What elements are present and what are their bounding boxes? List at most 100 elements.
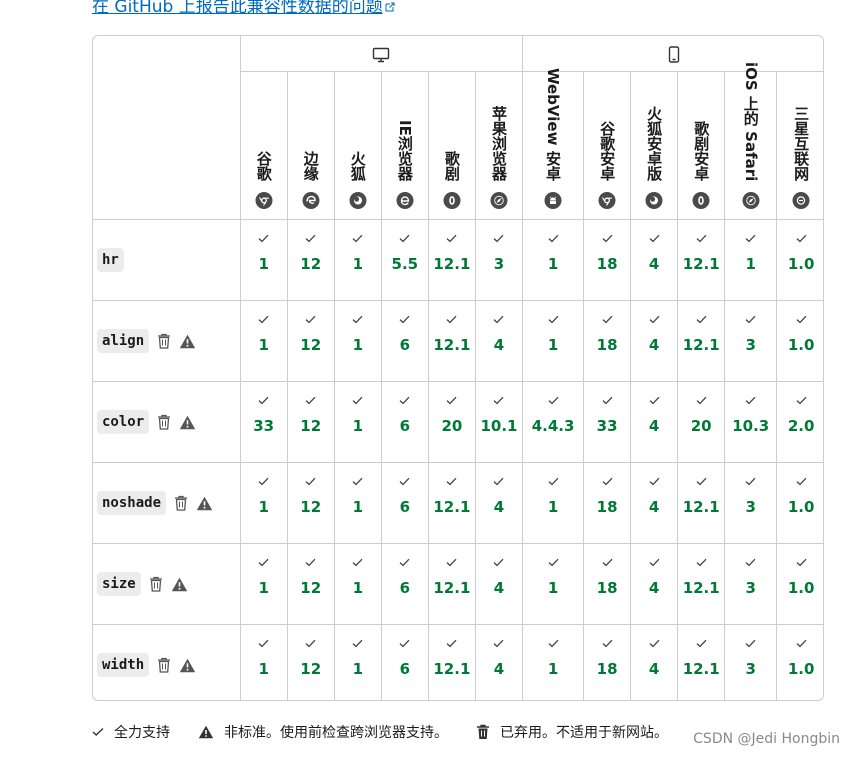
check-icon [725, 639, 776, 648]
report-issue-link[interactable]: 在 GitHub 上报告此兼容性数据的问题 [92, 0, 395, 17]
support-cell[interactable]: 12.1 [427, 462, 476, 544]
support-cell[interactable]: 12.1 [427, 219, 476, 301]
support-cell[interactable]: 12.1 [677, 624, 726, 700]
support-cell[interactable]: 18 [583, 624, 632, 700]
support-cell[interactable]: 6 [380, 543, 429, 625]
support-cell[interactable]: 10.1 [474, 381, 524, 463]
support-cell[interactable]: 12.1 [427, 543, 476, 625]
check-icon [631, 315, 677, 324]
support-cell[interactable]: 1 [522, 624, 585, 700]
check-icon [523, 396, 583, 405]
support-cell[interactable]: 1 [522, 219, 585, 301]
feature-code[interactable]: noshade [97, 491, 167, 515]
support-cell[interactable]: 4 [474, 543, 524, 625]
version-number: 6 [399, 579, 411, 597]
check-icon [241, 234, 287, 243]
support-cell[interactable]: 4 [474, 624, 524, 700]
support-cell[interactable]: 1 [239, 624, 288, 700]
support-cell[interactable]: 4 [630, 462, 679, 544]
support-cell[interactable]: 1 [333, 300, 382, 382]
support-cell[interactable]: 3 [724, 462, 778, 544]
check-icon [241, 315, 287, 324]
support-cell[interactable]: 12 [286, 219, 335, 301]
version-number: 12.1 [682, 336, 720, 354]
support-cell[interactable]: 1 [333, 219, 382, 301]
opera-icon [692, 192, 710, 209]
version-number: 33 [596, 417, 618, 435]
version-number: 12.1 [682, 498, 720, 516]
support-cell[interactable]: 12.1 [677, 543, 726, 625]
support-cell[interactable]: 1 [333, 543, 382, 625]
support-cell[interactable]: 4 [474, 462, 524, 544]
support-cell[interactable]: 1 [239, 462, 288, 544]
support-cell[interactable]: 10.3 [724, 381, 778, 463]
support-cell[interactable]: 6 [380, 462, 429, 544]
browser-header-9: 火狐安卓版 [630, 71, 679, 220]
support-cell[interactable]: 1 [333, 462, 382, 544]
warning-icon [171, 577, 188, 592]
check-icon [335, 558, 381, 567]
feature-code[interactable]: align [97, 329, 150, 353]
support-cell[interactable]: 1 [522, 543, 585, 625]
support-cell[interactable]: 12 [286, 624, 335, 700]
support-cell[interactable]: 6 [380, 381, 429, 463]
support-cell[interactable]: 1 [239, 300, 288, 382]
support-cell[interactable]: 33 [239, 381, 288, 463]
support-cell[interactable]: 33 [583, 381, 632, 463]
support-cell[interactable]: 1 [522, 300, 585, 382]
support-cell[interactable]: 20 [427, 381, 476, 463]
support-cell[interactable]: 12 [286, 462, 335, 544]
support-cell[interactable]: 1.0 [776, 462, 823, 544]
support-cell[interactable]: 4 [630, 624, 679, 700]
support-cell[interactable]: 5.5 [380, 219, 429, 301]
support-cell[interactable]: 4.4.3 [522, 381, 585, 463]
support-cell[interactable]: 1.0 [776, 543, 823, 625]
feature-code[interactable]: width [97, 653, 150, 677]
browser-name: 火狐 [348, 151, 367, 181]
support-cell[interactable]: 12.1 [427, 300, 476, 382]
feature-code[interactable]: size [97, 572, 141, 596]
support-cell[interactable]: 12.1 [677, 300, 726, 382]
support-cell[interactable]: 1 [724, 219, 778, 301]
browser-header-10: 歌剧安卓 [677, 71, 726, 220]
support-cell[interactable]: 1.0 [776, 624, 823, 700]
support-cell[interactable]: 4 [630, 543, 679, 625]
support-cell[interactable]: 3 [724, 624, 778, 700]
support-cell[interactable]: 12.1 [427, 624, 476, 700]
support-cell[interactable]: 18 [583, 543, 632, 625]
support-cell[interactable]: 4 [630, 300, 679, 382]
support-cell[interactable]: 18 [583, 219, 632, 301]
feature-name-cell: color [93, 381, 241, 463]
check-icon [241, 396, 287, 405]
version-number: 4 [493, 660, 505, 678]
support-cell[interactable]: 1 [239, 219, 288, 301]
feature-code[interactable]: hr [97, 248, 124, 272]
support-cell[interactable]: 12.1 [677, 219, 726, 301]
version-number: 4.4.3 [531, 417, 575, 435]
support-cell[interactable]: 20 [677, 381, 726, 463]
support-cell[interactable]: 2.0 [776, 381, 823, 463]
support-cell[interactable]: 12 [286, 300, 335, 382]
support-cell[interactable]: 3 [724, 543, 778, 625]
support-cell[interactable]: 3 [724, 300, 778, 382]
support-cell[interactable]: 4 [474, 300, 524, 382]
support-cell[interactable]: 12 [286, 543, 335, 625]
support-cell[interactable]: 18 [583, 462, 632, 544]
support-cell[interactable]: 4 [630, 219, 679, 301]
support-cell[interactable]: 1 [333, 624, 382, 700]
support-cell[interactable]: 4 [630, 381, 679, 463]
check-icon [523, 315, 583, 324]
support-cell[interactable]: 1 [522, 462, 585, 544]
support-cell[interactable]: 12.1 [677, 462, 726, 544]
feature-code[interactable]: color [97, 410, 150, 434]
support-cell[interactable]: 18 [583, 300, 632, 382]
support-cell[interactable]: 6 [380, 300, 429, 382]
support-cell[interactable]: 1 [333, 381, 382, 463]
support-cell[interactable]: 3 [474, 219, 524, 301]
support-cell[interactable]: 1 [239, 543, 288, 625]
support-cell[interactable]: 1.0 [776, 300, 823, 382]
support-cell[interactable]: 6 [380, 624, 429, 700]
support-cell[interactable]: 12 [286, 381, 335, 463]
support-cell[interactable]: 1.0 [776, 219, 823, 301]
feature-row-align: align 1 12 1 6 12.1 4 1 18 4 12.1 3 1.0 [93, 300, 823, 382]
